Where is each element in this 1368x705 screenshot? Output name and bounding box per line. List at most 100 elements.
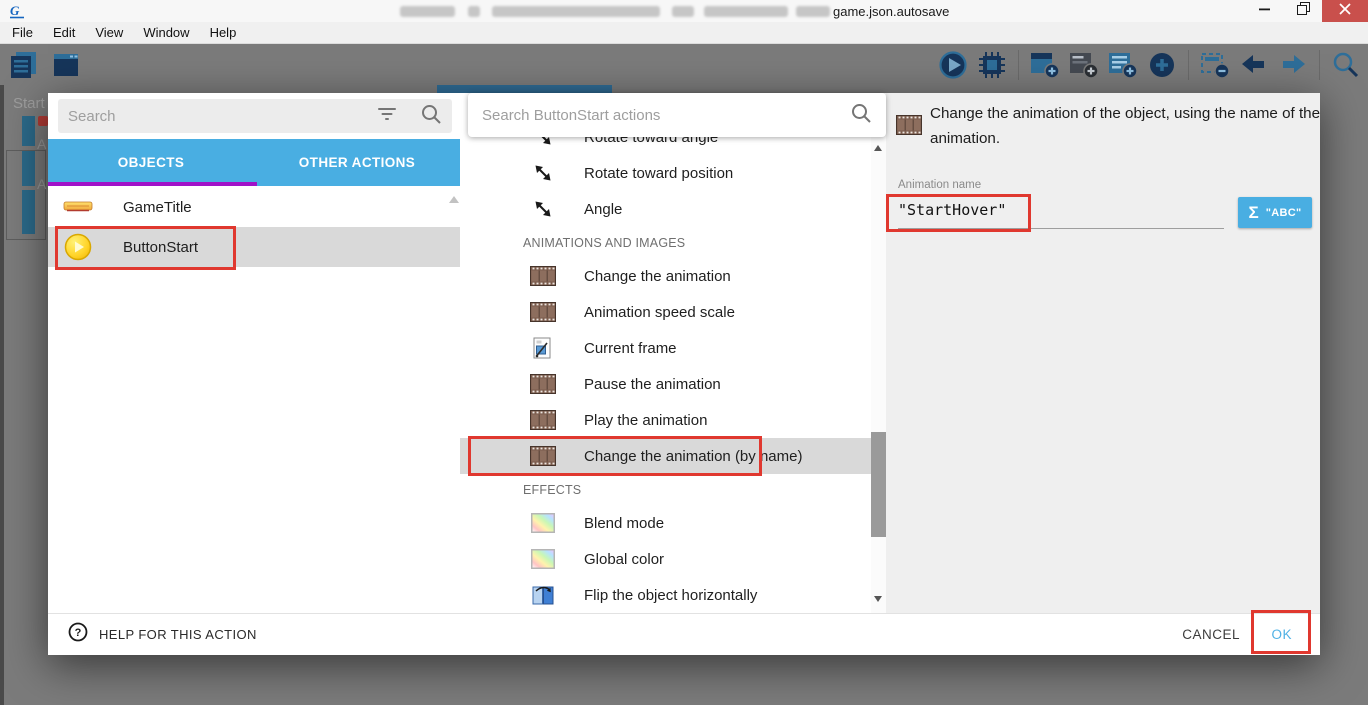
object-item-buttonstart[interactable]: ButtonStart [48,227,460,267]
redacted-title-text [492,6,660,17]
action-item-change-the-animation[interactable]: Change the animation [460,258,871,294]
scroll-down-arrow[interactable] [874,596,882,602]
svg-text:?: ? [75,627,82,639]
debug-icon[interactable] [976,50,1008,80]
actions-section-header: EFFECTS [460,474,871,505]
actions-search-input[interactable] [482,107,850,124]
action-item-rotate-toward-position[interactable]: Rotate toward position [460,155,871,191]
preview-play-icon[interactable] [937,50,969,80]
actions-list: Rotate toward angleRotate toward positio… [460,119,871,613]
delete-selection-icon[interactable] [1199,50,1231,80]
play-button-sprite-icon [63,233,93,261]
search-events-icon[interactable] [1330,50,1362,80]
action-item-play-the-animation[interactable]: Play the animation [460,402,871,438]
tab-objects[interactable]: OBJECTS [48,139,254,186]
action-item-pause-the-animation[interactable]: Pause the animation [460,366,871,402]
scroll-up-arrow[interactable] [449,196,459,203]
menu-edit[interactable]: Edit [43,25,85,40]
help-button[interactable]: ? HELP FOR THIS ACTION [68,622,257,647]
film-strip-icon [530,266,556,286]
window-titlebar: G game.json.autosave [0,0,1368,22]
action-label: Change the animation (by name) [584,448,802,465]
action-label: Play the animation [584,412,707,429]
close-icon [1339,2,1351,20]
search-icon[interactable] [420,103,442,130]
menu-file[interactable]: File [2,25,43,40]
redacted-title-text [400,6,455,17]
animation-name-input[interactable] [898,191,1224,229]
redacted-title-text [796,6,830,17]
actions-section-header: ANIMATIONS AND IMAGES [460,227,871,258]
action-item-change-the-animation-by-name-[interactable]: Change the animation (by name) [460,438,871,474]
expression-editor-button[interactable]: Σ "ABC" [1238,197,1312,228]
event-sheet-text: A [37,176,46,192]
redacted-title-text [672,6,694,17]
menu-view[interactable]: View [85,25,133,40]
restore-icon [1297,2,1310,20]
menu-help[interactable]: Help [200,25,247,40]
help-circle-icon: ? [68,622,88,647]
action-detail-panel: Change the animation of the object, usin… [886,93,1320,613]
actions-search-field[interactable] [468,93,886,137]
action-item-blend-mode[interactable]: Blend mode [460,505,871,541]
redacted-title-text [468,6,480,17]
dialog-footer: ? HELP FOR THIS ACTION CANCEL OK [48,613,1320,655]
add-subevent-icon[interactable] [1107,50,1139,80]
film-strip-icon [530,410,556,430]
object-item-gametitle[interactable]: GameTitle [48,187,460,227]
action-label: Angle [584,201,622,218]
editors-icon[interactable] [50,50,82,80]
add-event-menu-icon[interactable] [1146,50,1178,80]
undo-icon[interactable] [1238,50,1270,80]
action-label: Current frame [584,340,677,357]
film-strip-icon [530,446,556,466]
filter-icon[interactable] [376,104,398,129]
minimize-button[interactable] [1246,0,1284,22]
rotate-icon [530,162,556,184]
action-label: Change the animation [584,268,731,285]
actions-scrollbar[interactable] [871,93,886,613]
project-manager-icon[interactable] [8,50,40,80]
minimize-icon [1259,2,1271,20]
objects-search-input[interactable] [68,108,354,125]
search-icon[interactable] [850,102,872,129]
event-sheet-text: A [37,136,46,152]
toolbar-right-group [937,50,1368,80]
menu-window[interactable]: Window [133,25,199,40]
action-label: Global color [584,551,664,568]
restore-button[interactable] [1284,0,1322,22]
scrollbar-thumb[interactable] [871,432,886,537]
toolbar-divider [1018,50,1019,80]
svg-text:G: G [10,3,20,18]
add-comment-icon[interactable] [1068,50,1100,80]
add-event-icon[interactable] [1029,50,1061,80]
animation-name-label: Animation name [898,179,981,191]
event-sheet-bar [22,116,35,146]
cancel-button[interactable]: CANCEL [1182,627,1240,642]
action-item-angle[interactable]: Angle [460,191,871,227]
gdevelop-logo-icon: G [8,2,26,20]
panel-edge [0,85,4,705]
action-item-current-frame[interactable]: Current frame [460,330,871,366]
rotate-icon [530,198,556,220]
scroll-up-arrow[interactable] [874,145,882,151]
close-button[interactable] [1322,0,1368,22]
film-strip-icon [896,115,922,140]
object-tabs: OBJECTSOTHER ACTIONS [48,139,460,186]
tab-other-actions[interactable]: OTHER ACTIONS [254,139,460,186]
current-frame-icon [530,337,556,359]
scene-tab-indicator [437,85,612,93]
toolbar [0,44,1368,85]
objects-search-field[interactable] [58,99,452,133]
menubar: FileEditViewWindowHelp [0,22,1368,44]
expression-button-label: "ABC" [1266,207,1302,219]
action-item-flip-the-object-horizontally[interactable]: Flip the object horizontally [460,577,871,613]
objects-list: GameTitleButtonStart [48,187,460,267]
action-item-global-color[interactable]: Global color [460,541,871,577]
toolbar-divider [1319,50,1320,80]
flip-horizontal-icon [530,584,556,606]
action-item-animation-speed-scale[interactable]: Animation speed scale [460,294,871,330]
ok-button[interactable]: OK [1271,627,1292,642]
event-sheet-outline [6,150,46,240]
redo-icon[interactable] [1277,50,1309,80]
